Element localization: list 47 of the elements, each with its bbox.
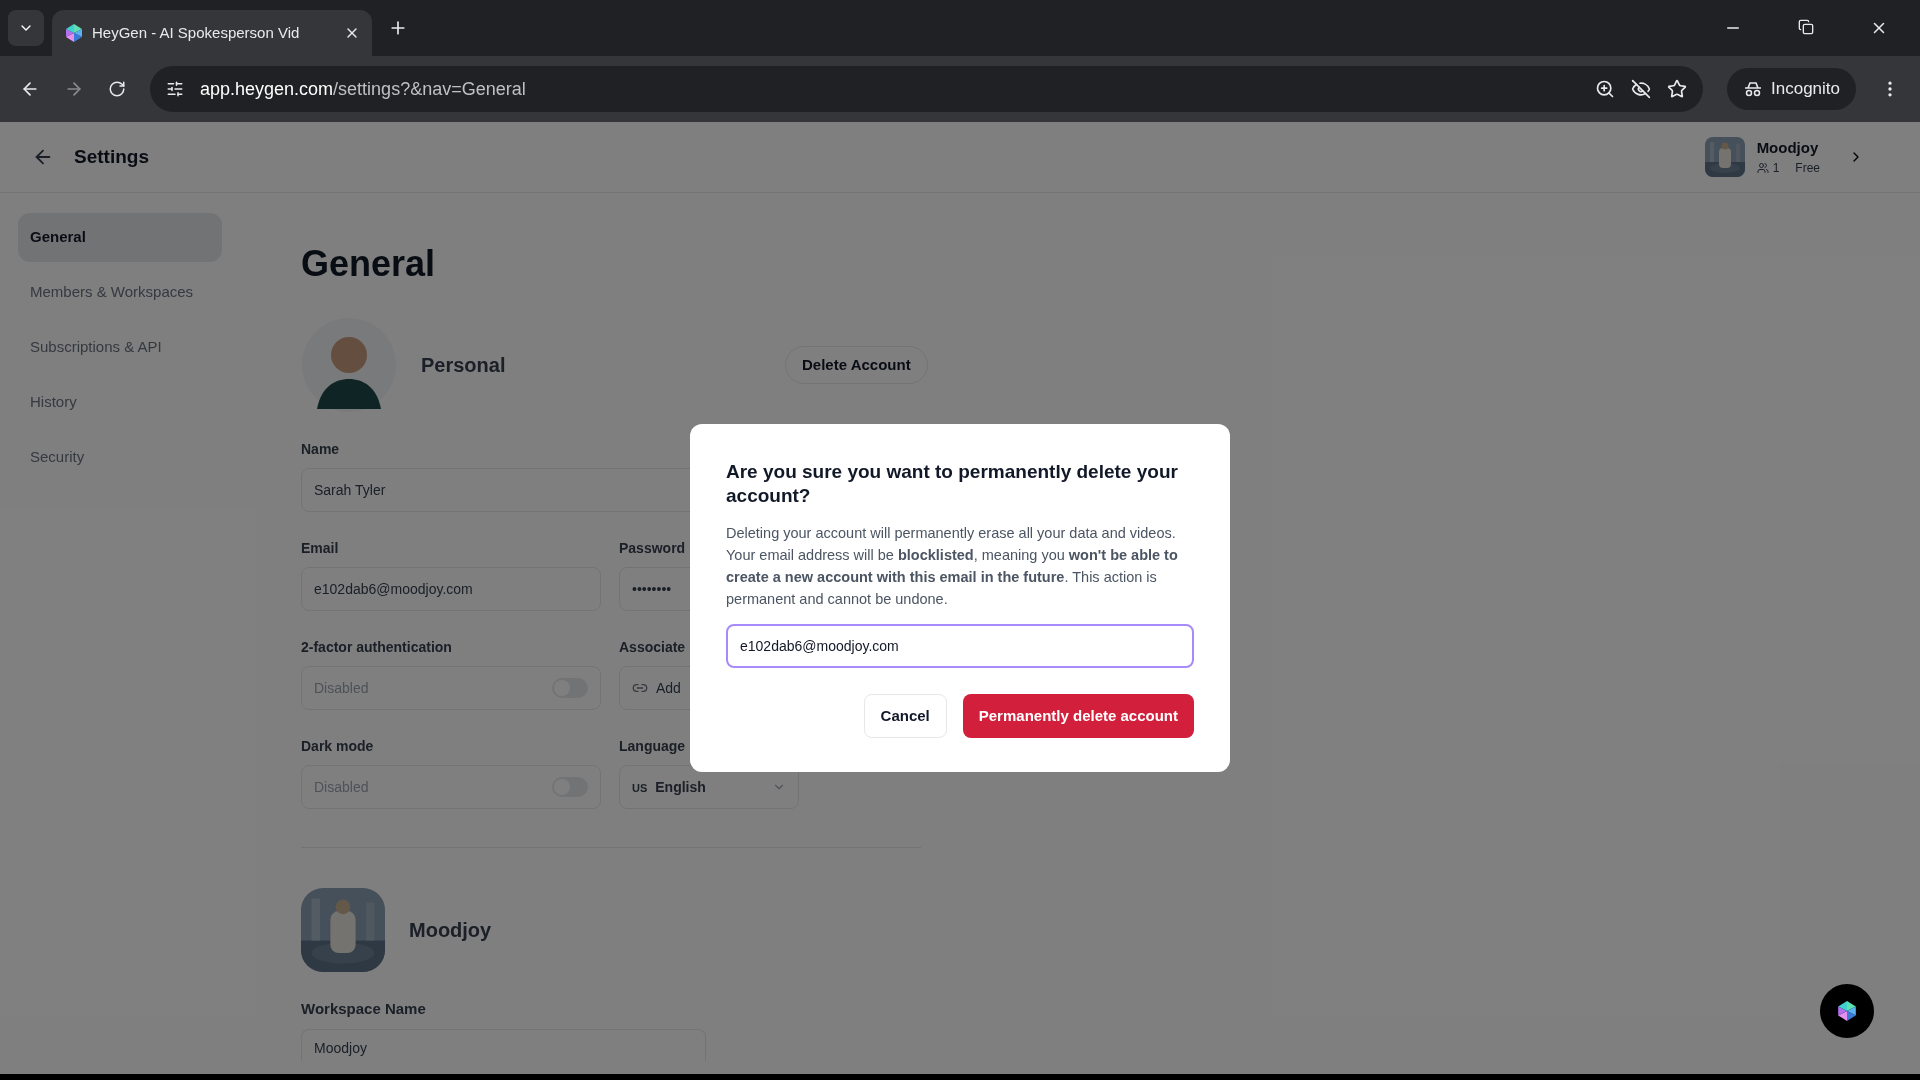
- text-field[interactable]: Moodjoy: [301, 1028, 706, 1061]
- site-settings-icon[interactable]: [166, 80, 184, 98]
- field-label: Workspace Name: [301, 999, 427, 1019]
- logo-icon: [1836, 1000, 1858, 1022]
- eye-off-icon[interactable]: [1631, 79, 1651, 99]
- assistant-button[interactable]: [1820, 984, 1874, 1038]
- workspace-title: Moodjoy: [409, 918, 492, 943]
- address-bar[interactable]: app.heygen.com/settings?&nav=General: [150, 66, 1703, 112]
- url-text: app.heygen.com/settings?&nav=General: [200, 77, 527, 101]
- tab-title: HeyGen - AI Spokesperson Vid: [92, 22, 301, 43]
- member-count: 1: [1772, 160, 1780, 178]
- delete-button[interactable]: Permanently delete account: [962, 694, 1194, 738]
- restore-icon[interactable]: [1798, 19, 1814, 35]
- field-label: Email: [301, 539, 339, 558]
- dialog-message: Deleting your account will permanently erase all your data and videos. Your email address will be blocklisted, meaning you won't be able to create a new account with this email in the future. This action is permanent and cannot be undone.: [726, 524, 1179, 609]
- page-title: Settings: [74, 144, 150, 169]
- field-label: Associate: [619, 638, 686, 657]
- reload-icon[interactable]: [108, 80, 126, 98]
- sidebar-item[interactable]: General: [18, 213, 222, 262]
- browser-tab[interactable]: HeyGen - AI Spokesperson Vid: [52, 10, 372, 56]
- account-name: Moodjoy: [1756, 137, 1819, 158]
- personal-title: Personal: [421, 353, 507, 378]
- star-icon[interactable]: [1667, 79, 1687, 99]
- avatar-icon: [301, 317, 397, 413]
- field-label: Language: [619, 737, 686, 756]
- members-icon: [1756, 162, 1769, 175]
- incognito-icon: [1743, 79, 1763, 99]
- field-label: Password: [619, 539, 686, 558]
- sidebar-item[interactable]: Members & Workspaces: [18, 268, 222, 317]
- field-label: Name: [301, 440, 340, 459]
- text-field[interactable]: e102dab6@moodjoy.com: [301, 567, 601, 611]
- plan-label: Free: [1795, 160, 1820, 178]
- language-value: US English: [632, 777, 706, 797]
- account-switcher[interactable]: Moodjoy 1 Free: [1704, 136, 1888, 178]
- sidebar-item[interactable]: Subscriptions & API: [18, 323, 222, 372]
- dialog-title: Are you sure you want to permanently delete your account?: [726, 460, 1179, 508]
- field-label: 2-factor authentication: [301, 638, 452, 657]
- sidebar-item[interactable]: History: [18, 378, 222, 427]
- tab-logo-icon: [64, 23, 84, 43]
- field-label: Dark mode: [301, 737, 374, 756]
- zoom-icon[interactable]: [1595, 79, 1615, 99]
- incognito-button[interactable]: Incognito: [1727, 68, 1856, 110]
- tab-list-button[interactable]: [8, 10, 44, 46]
- cancel-button[interactable]: Cancel: [863, 694, 947, 738]
- email-input[interactable]: e102dab6@moodjoy.com: [726, 624, 1194, 668]
- section-heading: General: [301, 242, 437, 286]
- sidebar-item[interactable]: Security: [18, 433, 222, 482]
